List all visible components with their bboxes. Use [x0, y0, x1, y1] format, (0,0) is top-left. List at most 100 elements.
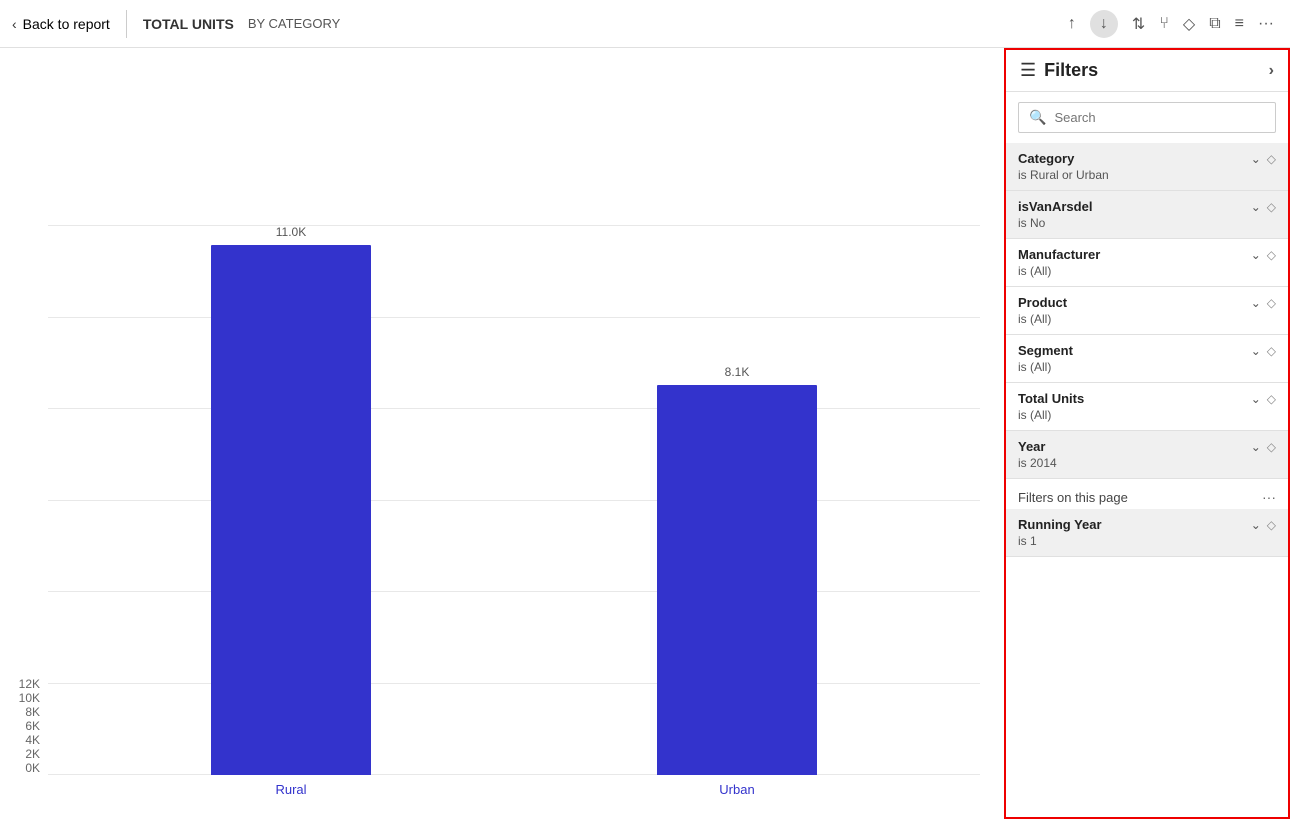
filter-clear-segment[interactable]: ◇ [1267, 344, 1276, 358]
sort-asc-icon[interactable]: ↑ [1068, 15, 1076, 33]
y-label-0k: 0K [25, 761, 40, 775]
y-label-6k: 6K [25, 719, 40, 733]
bar-group-urban[interactable]: 8.1K [554, 365, 920, 775]
filter-item-total-units[interactable]: Total Units ⌄ ◇ is (All) [1006, 383, 1288, 431]
back-label: Back to report [23, 16, 110, 32]
bar-rural[interactable] [211, 245, 371, 775]
filter-name-year: Year [1018, 439, 1045, 454]
chevron-left-icon: ‹ [12, 16, 17, 32]
filter-clear-category[interactable]: ◇ [1267, 152, 1276, 166]
filter-item-isvanarsdel[interactable]: isVanArsdel ⌄ ◇ is No [1006, 191, 1288, 239]
filter-item-header: isVanArsdel ⌄ ◇ [1018, 199, 1276, 214]
filter-clear-running-year[interactable]: ◇ [1267, 518, 1276, 532]
x-axis: Rural Urban [48, 775, 980, 803]
toolbar-left: ‹ Back to report TOTAL UNITS BY CATEGORY [12, 10, 1060, 38]
x-label-urban: Urban [554, 782, 920, 797]
filter-item-header: Product ⌄ ◇ [1018, 295, 1276, 310]
y-label-10k: 10K [19, 691, 40, 705]
x-label-rural: Rural [108, 782, 474, 797]
bar-urban[interactable] [657, 385, 817, 775]
filter-clear-total-units[interactable]: ◇ [1267, 392, 1276, 406]
filter-item-icons: ⌄ ◇ [1251, 440, 1276, 454]
filter-value-isvanarsdel: is No [1018, 216, 1276, 230]
filter-item-year[interactable]: Year ⌄ ◇ is 2014 [1006, 431, 1288, 479]
filter-clear-product[interactable]: ◇ [1267, 296, 1276, 310]
filter-value-manufacturer: is (All) [1018, 264, 1276, 278]
filter-chevron-year[interactable]: ⌄ [1251, 440, 1261, 454]
filters-panel-title: Filters [1044, 60, 1098, 81]
filter-value-running-year: is 1 [1018, 534, 1276, 548]
filter-chevron-total-units[interactable]: ⌄ [1251, 392, 1261, 406]
y-label-4k: 4K [25, 733, 40, 747]
more-icon[interactable]: ··· [1258, 15, 1274, 33]
toolbar-right: ↑ ↓ ⇅ ⑂ ◇ ⧉ ≡ ··· [1068, 10, 1274, 38]
filters-on-page-more[interactable]: ··· [1262, 489, 1276, 505]
filter-chevron-product[interactable]: ⌄ [1251, 296, 1261, 310]
filter-clear-year[interactable]: ◇ [1267, 440, 1276, 454]
filter-item-icons: ⌄ ◇ [1251, 296, 1276, 310]
filter-value-product: is (All) [1018, 312, 1276, 326]
filter-item-header: Category ⌄ ◇ [1018, 151, 1276, 166]
branch-icon[interactable]: ⑂ [1159, 15, 1169, 33]
filter-item-icons: ⌄ ◇ [1251, 152, 1276, 166]
toolbar-divider [126, 10, 127, 38]
filters-on-page: Filters on this page ··· [1006, 479, 1288, 509]
sort-down-icon[interactable]: ↓ [1090, 10, 1118, 38]
filter-clear-manufacturer[interactable]: ◇ [1267, 248, 1276, 262]
chart-area: 12K 10K 8K 6K 4K 2K 0K [0, 48, 1004, 819]
filter-name-segment: Segment [1018, 343, 1073, 358]
y-label-12k: 12K [19, 677, 40, 691]
filter-value-year: is 2014 [1018, 456, 1276, 470]
filter-item-header: Running Year ⌄ ◇ [1018, 517, 1276, 532]
search-icon: 🔍 [1029, 109, 1046, 126]
search-box[interactable]: 🔍 [1018, 102, 1276, 133]
breadcrumb-title: TOTAL UNITS [143, 16, 234, 32]
filter-item-header: Manufacturer ⌄ ◇ [1018, 247, 1276, 262]
copy-icon[interactable]: ⧉ [1209, 15, 1220, 33]
filters-on-page-label: Filters on this page [1018, 490, 1128, 505]
filter-value-segment: is (All) [1018, 360, 1276, 374]
filters-header: ☰ Filters › [1006, 50, 1288, 92]
filter-item-icons: ⌄ ◇ [1251, 344, 1276, 358]
filter-item-icons: ⌄ ◇ [1251, 200, 1276, 214]
filter-value-total-units: is (All) [1018, 408, 1276, 422]
main-content: 12K 10K 8K 6K 4K 2K 0K [0, 48, 1290, 819]
filter-chevron-segment[interactable]: ⌄ [1251, 344, 1261, 358]
filter-item-running-year[interactable]: Running Year ⌄ ◇ is 1 [1006, 509, 1288, 557]
filter-chevron-manufacturer[interactable]: ⌄ [1251, 248, 1261, 262]
chart-container: 12K 10K 8K 6K 4K 2K 0K [16, 64, 980, 803]
back-to-report-link[interactable]: ‹ Back to report [12, 16, 110, 32]
bar-group-rural[interactable]: 11.0K [108, 225, 474, 775]
filter-name-category: Category [1018, 151, 1074, 166]
filter-chevron-category[interactable]: ⌄ [1251, 152, 1261, 166]
filter-item-header: Year ⌄ ◇ [1018, 439, 1276, 454]
pin-icon[interactable]: ◇ [1183, 14, 1195, 34]
y-label-8k: 8K [25, 705, 40, 719]
bars-row: 11.0K 8.1K [48, 225, 980, 775]
filter-chevron-isvanarsdel[interactable]: ⌄ [1251, 200, 1261, 214]
toolbar: ‹ Back to report TOTAL UNITS BY CATEGORY… [0, 0, 1290, 48]
filter-item-product[interactable]: Product ⌄ ◇ is (All) [1006, 287, 1288, 335]
bar-value-rural: 11.0K [276, 225, 306, 239]
search-input[interactable] [1054, 110, 1265, 125]
sort-both-icon[interactable]: ⇅ [1132, 14, 1145, 34]
y-label-2k: 2K [25, 747, 40, 761]
filters-collapse-button[interactable]: › [1269, 62, 1274, 80]
filter-item-icons: ⌄ ◇ [1251, 518, 1276, 532]
filter-chevron-running-year[interactable]: ⌄ [1251, 518, 1261, 532]
filter-name-product: Product [1018, 295, 1067, 310]
filter-item-manufacturer[interactable]: Manufacturer ⌄ ◇ is (All) [1006, 239, 1288, 287]
filter-icon[interactable]: ≡ [1235, 15, 1244, 33]
filter-item-segment[interactable]: Segment ⌄ ◇ is (All) [1006, 335, 1288, 383]
y-axis: 12K 10K 8K 6K 4K 2K 0K [16, 677, 48, 803]
filter-clear-isvanarsdel[interactable]: ◇ [1267, 200, 1276, 214]
filter-item-icons: ⌄ ◇ [1251, 248, 1276, 262]
filters-title-row: ☰ Filters [1020, 60, 1098, 81]
filter-name-manufacturer: Manufacturer [1018, 247, 1100, 262]
filter-item-icons: ⌄ ◇ [1251, 392, 1276, 406]
chart-plot: 11.0K 8.1K Rural Urban [48, 225, 980, 803]
bar-value-urban: 8.1K [725, 365, 750, 379]
filter-item-header: Segment ⌄ ◇ [1018, 343, 1276, 358]
filter-item-category[interactable]: Category ⌄ ◇ is Rural or Urban [1006, 143, 1288, 191]
filter-value-category: is Rural or Urban [1018, 168, 1276, 182]
